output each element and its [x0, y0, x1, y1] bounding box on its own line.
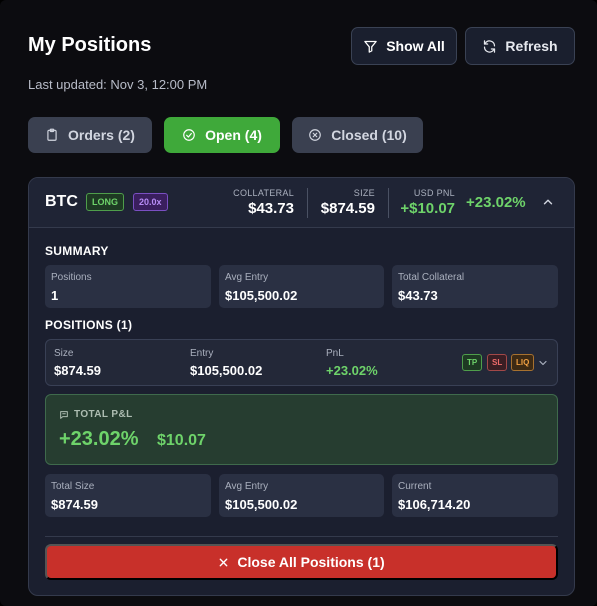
summary-total-collateral-label: Total Collateral [398, 272, 465, 283]
close-icon [219, 558, 228, 566]
total-pnl-percent: +23.02% [59, 428, 139, 450]
stat-current-value: $106,714.20 [398, 497, 471, 512]
position-card-header[interactable]: BTC LONG 20.0x COLLATERAL $43.73 SIZE $8… [29, 178, 574, 228]
chevron-up-icon[interactable] [541, 195, 555, 209]
stat-avg-entry: Avg Entry $105,500.02 [219, 474, 384, 517]
row-entry-label: Entry [190, 348, 214, 359]
size-metric: SIZE $874.59 [314, 188, 375, 217]
leverage-badge: 20.0x [133, 193, 168, 211]
positions-heading: POSITIONS (1) [45, 318, 133, 332]
row-entry-value: $105,500.02 [190, 363, 263, 378]
row-entry: Entry $105,500.02 [190, 348, 262, 378]
x-circle-icon [309, 129, 322, 141]
page-title: My Positions [28, 34, 152, 56]
total-pnl-title: TOTAL P&L [59, 409, 133, 420]
collateral-value: $43.73 [248, 200, 294, 217]
stat-current: Current $106,714.20 [392, 474, 558, 517]
divider [45, 536, 558, 537]
total-pnl-label: TOTAL P&L [74, 409, 133, 420]
chevron-down-icon[interactable] [537, 357, 549, 369]
usd-pnl-metric: USD PNL +$10.07 [389, 188, 455, 217]
close-all-positions-button[interactable]: Close All Positions (1) [45, 544, 558, 580]
total-pnl-amount: $10.07 [157, 432, 206, 449]
row-pnl: PnL +23.02% [326, 348, 378, 378]
row-pnl-value: +23.02% [326, 363, 378, 378]
stat-total-size-label: Total Size [51, 481, 95, 492]
close-all-label: Close All Positions (1) [237, 554, 385, 570]
sl-badge[interactable]: SL [487, 354, 508, 371]
positions-panel: My Positions Show All Refresh Last updat… [0, 0, 597, 606]
clipboard-icon [47, 128, 57, 141]
summary-avg-entry: Avg Entry $105,500.02 [219, 265, 384, 308]
summary-positions-value: 1 [51, 288, 59, 303]
tab-orders[interactable]: Orders (2) [28, 117, 152, 153]
last-updated: Last updated: Nov 3, 12:00 PM [28, 77, 208, 92]
liq-badge[interactable]: LIQ [511, 354, 535, 371]
summary-avg-entry-label: Avg Entry [225, 272, 269, 283]
pnl-percent: +23.02% [466, 194, 526, 211]
position-symbol: BTC [45, 193, 78, 210]
collateral-label: COLLATERAL [233, 188, 294, 198]
filter-icon [364, 40, 377, 53]
usd-pnl-value: +$10.07 [400, 200, 455, 217]
position-card: BTC LONG 20.0x COLLATERAL $43.73 SIZE $8… [28, 177, 575, 596]
summary-avg-entry-value: $105,500.02 [225, 288, 298, 303]
metric-divider [307, 188, 308, 218]
stat-total-size: Total Size $874.59 [45, 474, 211, 517]
row-size: Size $874.59 [54, 348, 101, 378]
refresh-icon [484, 39, 496, 53]
stat-current-label: Current [398, 481, 432, 492]
size-value: $874.59 [320, 200, 375, 217]
row-size-label: Size [54, 348, 74, 359]
usd-pnl-label: USD PNL [413, 188, 455, 198]
stat-avg-entry-label: Avg Entry [225, 481, 269, 492]
summary-positions-label: Positions [51, 272, 92, 283]
summary-total-collateral-value: $43.73 [398, 288, 438, 303]
tab-open-label: Open (4) [205, 127, 262, 143]
check-circle-icon [183, 129, 195, 141]
row-pnl-label: PnL [326, 348, 344, 359]
refresh-label: Refresh [505, 38, 558, 54]
tp-badge[interactable]: TP [462, 354, 483, 371]
collateral-metric: COLLATERAL $43.73 [229, 188, 294, 217]
tab-closed[interactable]: Closed (10) [292, 117, 423, 153]
stat-total-size-value: $874.59 [51, 497, 98, 512]
tab-open[interactable]: Open (4) [164, 117, 280, 153]
tab-closed-label: Closed (10) [331, 127, 407, 143]
size-label: SIZE [353, 188, 375, 198]
total-pnl-box: TOTAL P&L +23.02% $10.07 [45, 394, 558, 465]
tab-orders-label: Orders (2) [68, 127, 135, 143]
row-size-value: $874.59 [54, 363, 101, 378]
summary-heading: SUMMARY [45, 244, 109, 258]
stat-avg-entry-value: $105,500.02 [225, 497, 298, 512]
chat-icon [60, 410, 68, 419]
show-all-label: Show All [386, 38, 445, 54]
summary-positions: Positions 1 [45, 265, 211, 308]
position-row[interactable]: Size $874.59 Entry $105,500.02 PnL +23.0… [45, 339, 558, 386]
summary-total-collateral: Total Collateral $43.73 [392, 265, 558, 308]
side-badge: LONG [86, 193, 124, 211]
show-all-button[interactable]: Show All [351, 27, 457, 65]
refresh-button[interactable]: Refresh [465, 27, 575, 65]
